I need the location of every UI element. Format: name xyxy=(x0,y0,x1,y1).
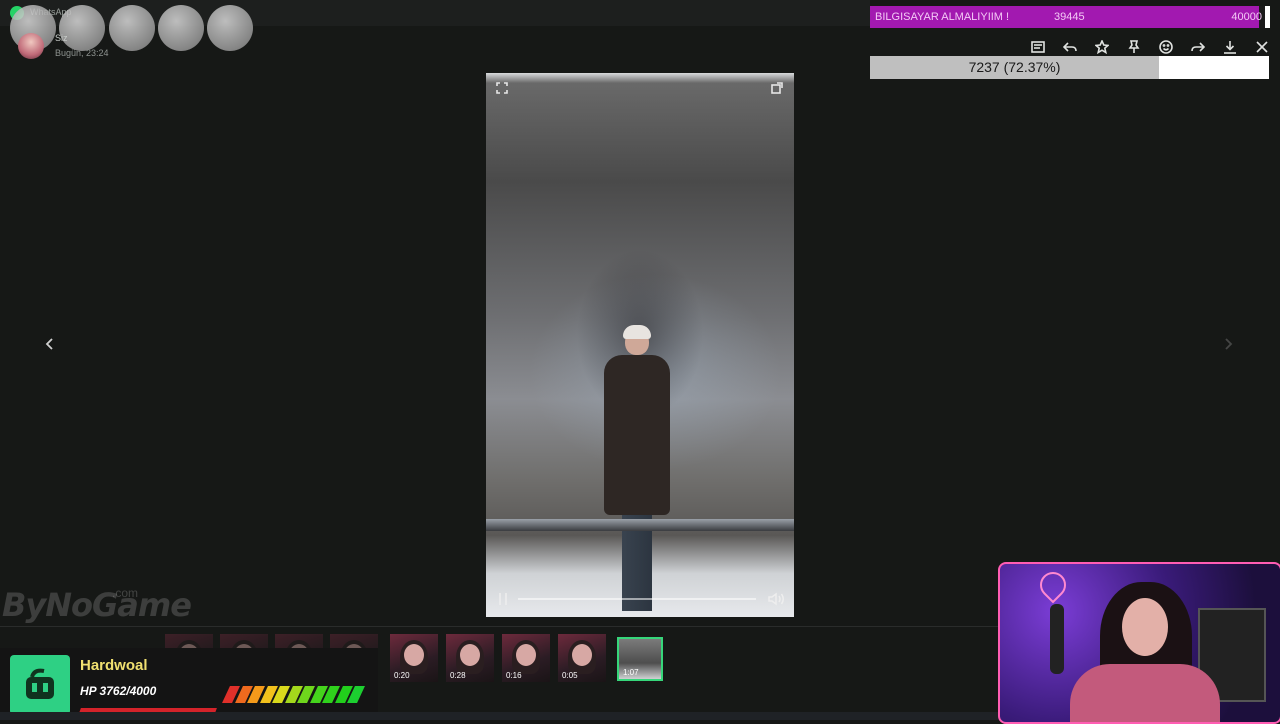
caption-icon[interactable] xyxy=(1022,38,1054,56)
metal-rail xyxy=(486,519,794,531)
thumbnail-duration: 0:28 xyxy=(450,671,466,680)
progress-label: 7237 (72.37%) xyxy=(968,59,1061,75)
fullscreen-icon[interactable] xyxy=(496,81,508,94)
reaction-bubble[interactable] xyxy=(59,5,105,51)
volume-icon[interactable] xyxy=(768,592,786,606)
download-icon[interactable] xyxy=(1214,38,1246,56)
pause-icon[interactable] xyxy=(496,591,510,607)
goal-target: 40000 xyxy=(1231,11,1262,23)
thumbnail-divider xyxy=(0,626,1000,627)
goal-end-marker xyxy=(1265,6,1270,28)
thumbnail-duration: 0:16 xyxy=(506,671,522,680)
thumbnail-duration: 0:20 xyxy=(394,671,410,680)
progress-bar: 7237 (72.37%) xyxy=(870,56,1269,79)
hp-value: HP 3762/4000 xyxy=(80,684,157,698)
thumbnail-duration: 1:07 xyxy=(623,668,639,677)
previous-media-button[interactable] xyxy=(42,336,58,352)
video-player[interactable] xyxy=(486,73,794,617)
popout-icon[interactable] xyxy=(771,81,783,94)
close-icon[interactable] xyxy=(1246,38,1278,56)
hp-username: Hardwoal xyxy=(80,657,148,674)
media-thumbnail[interactable]: 0:28 xyxy=(446,634,494,682)
reaction-bubble[interactable] xyxy=(109,5,155,51)
emoji-icon[interactable] xyxy=(1150,38,1182,56)
donation-goal-bar: BILGISAYAR ALMALIYIIM ! 39445 40000 xyxy=(870,6,1270,28)
video-seek-bar[interactable] xyxy=(518,598,756,600)
media-thumbnail[interactable]: 0:05 xyxy=(558,634,606,682)
media-thumbnail[interactable]: 0:20 xyxy=(390,634,438,682)
reply-icon[interactable] xyxy=(1054,38,1086,56)
media-toolbar xyxy=(1022,38,1278,56)
goal-title: BILGISAYAR ALMALIYIIM ! xyxy=(875,11,1010,23)
watermark-suffix: .com xyxy=(112,586,139,600)
next-media-button[interactable] xyxy=(1220,336,1236,352)
sender-name: Siz xyxy=(55,33,68,43)
sender-avatar[interactable] xyxy=(18,33,44,59)
taskbar-edge xyxy=(0,712,1000,720)
goal-current: 39445 xyxy=(1054,11,1085,23)
watermark-logo: ByNoGame xyxy=(2,586,192,624)
forward-icon[interactable] xyxy=(1182,38,1214,56)
message-timestamp: Bugün, 23:24 xyxy=(55,48,109,58)
star-icon[interactable] xyxy=(1086,38,1118,56)
streamlabs-icon xyxy=(10,655,70,715)
media-thumbnail-selected[interactable]: 1:07 xyxy=(617,637,663,681)
reaction-bubble[interactable] xyxy=(158,5,204,51)
snow-top xyxy=(486,73,794,83)
pin-icon[interactable] xyxy=(1118,38,1150,56)
reaction-bubble[interactable] xyxy=(207,5,253,51)
webcam-overlay xyxy=(998,562,1280,724)
thumbnail-duration: 0:05 xyxy=(562,671,578,680)
media-thumbnail[interactable]: 0:16 xyxy=(502,634,550,682)
video-person xyxy=(598,325,670,611)
